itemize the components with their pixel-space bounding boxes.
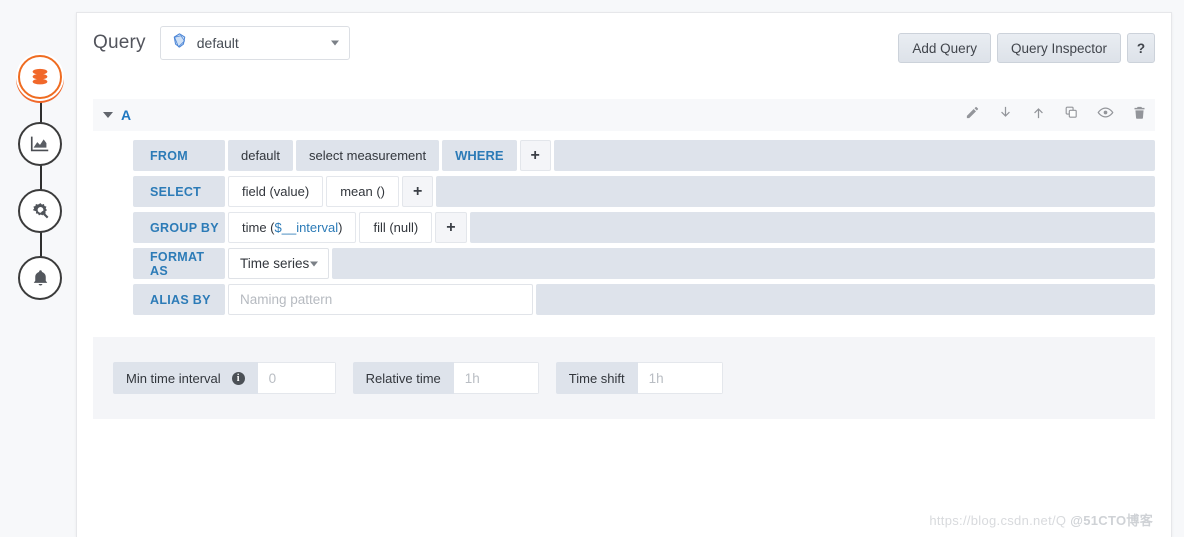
add-where-button[interactable]: + bbox=[519, 140, 551, 171]
query-ref-id: A bbox=[121, 107, 132, 123]
row-group-by: GROUP BY time ($__interval) fill (null) … bbox=[133, 212, 1155, 243]
watermark-url: https://blog.csdn.net/Q bbox=[929, 513, 1067, 528]
grafana-query-editor-screen: Query default Add Query Query Inspector … bbox=[0, 0, 1184, 537]
min-time-interval-text: Min time interval bbox=[126, 370, 221, 386]
gear-wand-icon bbox=[29, 200, 52, 223]
relative-time-input[interactable] bbox=[453, 362, 539, 394]
panel-header: Query default Add Query Query Inspector … bbox=[77, 13, 1171, 73]
row-label-from: FROM bbox=[133, 140, 225, 171]
row-label-select: SELECT bbox=[133, 176, 225, 207]
select-function-segment[interactable]: mean () bbox=[326, 176, 399, 207]
header-actions: Add Query Query Inspector ? bbox=[898, 33, 1155, 63]
query-row-actions bbox=[965, 99, 1147, 131]
area-chart-icon bbox=[29, 133, 51, 155]
row-filler bbox=[332, 248, 1155, 279]
group-by-time-suffix: ) bbox=[338, 220, 343, 235]
arrow-down-icon[interactable] bbox=[998, 105, 1013, 125]
sidebar-item-queries[interactable] bbox=[18, 55, 62, 99]
query-rows: FROM default select measurement WHERE + … bbox=[93, 140, 1155, 315]
watermark: https://blog.csdn.net/Q @51CTO博客 bbox=[929, 510, 1153, 529]
page-title: Query bbox=[93, 32, 146, 53]
help-button[interactable]: ? bbox=[1127, 33, 1155, 63]
chevron-down-icon[interactable] bbox=[103, 112, 113, 118]
min-time-interval-label: Min time interval i bbox=[113, 362, 258, 394]
group-by-time-variable: $__interval bbox=[274, 220, 339, 235]
datasource-value: default bbox=[196, 35, 239, 51]
select-field-segment[interactable]: field (value) bbox=[228, 176, 324, 207]
arrow-up-icon[interactable] bbox=[1031, 105, 1046, 125]
query-options-bar: Min time interval i Relative time Time s… bbox=[93, 337, 1155, 419]
add-select-button[interactable]: + bbox=[402, 176, 434, 207]
sidebar-item-alerts[interactable] bbox=[18, 256, 62, 300]
info-icon[interactable]: i bbox=[231, 371, 245, 385]
time-shift-label: Time shift bbox=[555, 362, 638, 394]
min-time-interval-group: Min time interval i bbox=[113, 362, 336, 394]
row-label-format-as: FORMAT AS bbox=[133, 248, 225, 279]
add-query-button[interactable]: Add Query bbox=[898, 33, 991, 63]
duplicate-icon[interactable] bbox=[1064, 105, 1079, 125]
relative-time-group: Relative time bbox=[352, 362, 539, 394]
query-row-header: A bbox=[93, 99, 1155, 131]
retention-policy-segment[interactable]: default bbox=[228, 140, 294, 171]
chevron-down-icon bbox=[310, 261, 318, 266]
datasource-picker[interactable]: default bbox=[159, 26, 350, 60]
format-as-select[interactable]: Time series bbox=[228, 248, 329, 279]
row-format-as: FORMAT AS Time series bbox=[133, 248, 1155, 279]
watermark-tag: @51CTO博客 bbox=[1070, 513, 1153, 528]
where-segment[interactable]: WHERE bbox=[442, 140, 517, 171]
relative-time-text: Relative time bbox=[365, 370, 441, 386]
group-by-time-segment[interactable]: time ($__interval) bbox=[228, 212, 357, 243]
row-alias-by: ALIAS BY bbox=[133, 284, 1155, 315]
row-filler bbox=[553, 140, 1155, 171]
group-by-fill-segment[interactable]: fill (null) bbox=[359, 212, 433, 243]
eye-icon[interactable] bbox=[1097, 104, 1114, 126]
bell-icon bbox=[30, 268, 51, 289]
trash-icon[interactable] bbox=[1132, 105, 1147, 125]
row-from: FROM default select measurement WHERE + bbox=[133, 140, 1155, 171]
time-shift-group: Time shift bbox=[555, 362, 723, 394]
row-filler bbox=[436, 176, 1155, 207]
alias-by-input[interactable] bbox=[228, 284, 533, 315]
query-panel: Query default Add Query Query Inspector … bbox=[76, 12, 1172, 537]
row-label-alias-by: ALIAS BY bbox=[133, 284, 225, 315]
measurement-segment[interactable]: select measurement bbox=[296, 140, 440, 171]
row-filler bbox=[536, 284, 1155, 315]
sidebar-item-general[interactable] bbox=[18, 189, 62, 233]
relative-time-label: Relative time bbox=[352, 362, 454, 394]
influxdb-icon bbox=[171, 32, 188, 54]
editor-step-rail bbox=[0, 0, 76, 537]
group-by-time-prefix: time ( bbox=[242, 220, 275, 235]
row-filler bbox=[469, 212, 1155, 243]
time-shift-text: Time shift bbox=[568, 370, 625, 386]
chevron-down-icon bbox=[330, 40, 339, 46]
min-time-interval-input[interactable] bbox=[257, 362, 336, 394]
format-as-value: Time series bbox=[240, 256, 310, 271]
add-group-by-button[interactable]: + bbox=[435, 212, 467, 243]
pencil-icon[interactable] bbox=[965, 105, 980, 125]
query-inspector-button[interactable]: Query Inspector bbox=[996, 33, 1121, 63]
time-shift-input[interactable] bbox=[637, 362, 723, 394]
row-label-group-by: GROUP BY bbox=[133, 212, 225, 243]
row-select: SELECT field (value) mean () + bbox=[133, 176, 1155, 207]
query-editor-row: A FROM default select measurement WHERE … bbox=[93, 99, 1155, 315]
sidebar-item-visualization[interactable] bbox=[18, 122, 62, 166]
database-icon bbox=[29, 66, 51, 88]
